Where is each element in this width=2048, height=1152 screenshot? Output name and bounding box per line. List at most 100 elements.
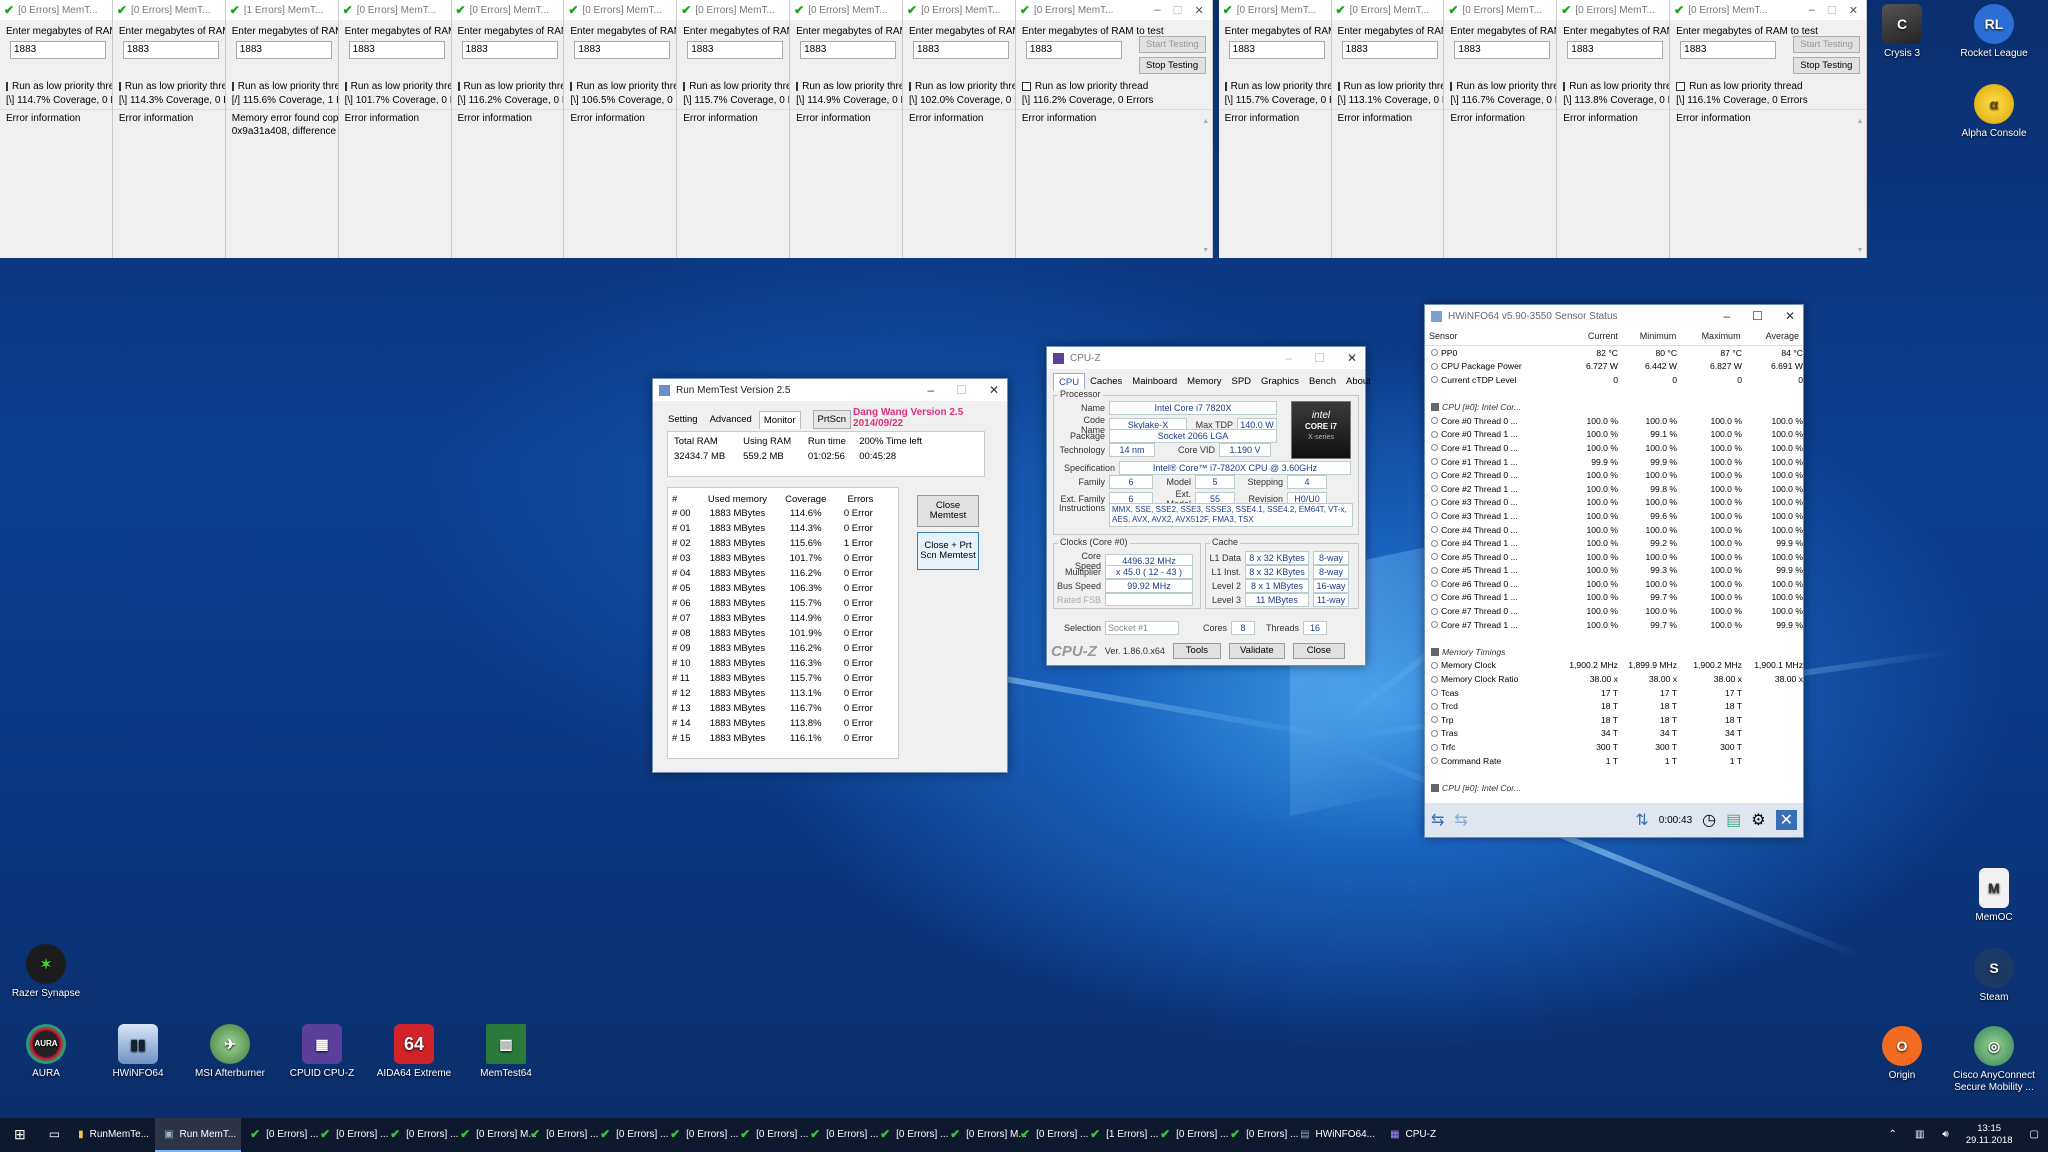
task-view-icon[interactable]: ▭: [40, 1118, 69, 1152]
desktop-icon-memoc[interactable]: M MemOC: [1952, 868, 2036, 924]
clock[interactable]: 13:15 29.11.2018: [1958, 1123, 2021, 1147]
taskbar-item[interactable]: ✔ [0 Errors] ...: [591, 1118, 668, 1152]
low-priority-checkbox[interactable]: [570, 82, 573, 91]
close-icon[interactable]: ✕: [1785, 309, 1795, 323]
prtscn-button[interactable]: PrtScn: [812, 410, 852, 429]
ram-input[interactable]: 1883: [348, 41, 445, 59]
sensor-row[interactable]: Core #2 Thread 1 ... 100.0 % 99.8 % 100.0 %…: [1425, 482, 1803, 496]
taskbar-item[interactable]: ✔ [0 Errors] ...: [311, 1118, 388, 1152]
sensor-row[interactable]: Core #6 Thread 1 ... 100.0 % 99.7 % 100.0 %…: [1425, 591, 1803, 605]
tab-graphics[interactable]: Graphics: [1256, 373, 1304, 391]
memtest-titlebar[interactable]: ✔ [0 Errors] MemT...: [1444, 0, 1557, 20]
network-tray-icon[interactable]: ▥: [1906, 1118, 1933, 1152]
tray-chevron-icon[interactable]: ⌃: [1880, 1118, 1906, 1152]
sensor-row[interactable]: Tcas 17 T 17 T 17 T: [1425, 686, 1803, 700]
sensor-row[interactable]: Core #4 Thread 1 ... 100.0 % 99.2 % 100.0 %…: [1425, 536, 1803, 550]
settings-icon[interactable]: ⚙: [1751, 810, 1765, 830]
minimize-icon[interactable]: –: [927, 383, 934, 397]
low-priority-checkbox[interactable]: [909, 82, 911, 91]
close-icon[interactable]: ✕: [1849, 4, 1858, 17]
close-icon[interactable]: ✕: [1775, 810, 1797, 830]
sensor-row[interactable]: Core #2 Thread 0 ... 100.0 % 100.0 % 100.0 …: [1425, 468, 1803, 482]
memtest-titlebar[interactable]: ✔ [0 Errors] MemT... – ☐ ✕: [1670, 0, 1866, 20]
sensor-row[interactable]: Core #3 Thread 0 ... 100.0 % 100.0 % 100.0 …: [1425, 496, 1803, 510]
desktop-icon-steam[interactable]: S Steam: [1952, 948, 2036, 1004]
maximize-icon[interactable]: ☐: [1752, 309, 1763, 323]
ram-input[interactable]: 1883: [10, 41, 106, 59]
ram-input[interactable]: 1883: [122, 41, 219, 59]
tab-monitor[interactable]: Monitor: [758, 411, 801, 429]
ram-input[interactable]: 1883: [1228, 41, 1325, 59]
low-priority-checkbox[interactable]: [1563, 82, 1566, 91]
desktop-icon-aida64[interactable]: 64 AIDA64 Extreme: [372, 1024, 456, 1080]
stop-testing-button[interactable]: Stop Testing: [1139, 57, 1206, 74]
low-priority-checkbox[interactable]: [1224, 82, 1227, 91]
taskbar-item[interactable]: ✔ [0 Errors] ...: [731, 1118, 808, 1152]
taskbar-item[interactable]: ✔ [0 Errors] ...: [871, 1118, 948, 1152]
tab-setting[interactable]: Setting: [663, 410, 703, 429]
sensor-row[interactable]: Trp 18 T 18 T 18 T: [1425, 713, 1803, 727]
taskbar-item[interactable]: ✔ [0 Errors] ...: [1151, 1118, 1228, 1152]
sensor-row[interactable]: Core #1 Thread 1 ... 99.9 % 99.9 % 100.0 % 1…: [1425, 455, 1803, 469]
sensor-group[interactable]: CPU [#0]: Intel Cor...: [1425, 400, 1803, 414]
sensor-row[interactable]: Memory Clock 1,900.2 MHz 1,899.9 MHz 1,900.…: [1425, 659, 1803, 673]
maximize-icon[interactable]: ☐: [1314, 351, 1325, 365]
sensor-row[interactable]: Core #3 Thread 1 ... 100.0 % 99.6 % 100.0 %…: [1425, 509, 1803, 523]
taskbar-item[interactable]: ✔ [0 Errors] ...: [1221, 1118, 1298, 1152]
desktop-icon-aura[interactable]: AURA AURA: [4, 1024, 88, 1080]
desktop-icon-alpha-console[interactable]: α Alpha Console: [1952, 84, 2036, 140]
memtest-titlebar[interactable]: ✔ [0 Errors] MemT...: [677, 0, 790, 20]
minimize-icon[interactable]: –: [1723, 309, 1730, 323]
ram-input[interactable]: 1883: [1341, 41, 1438, 59]
desktop-icon-origin[interactable]: O Origin: [1860, 1026, 1944, 1082]
col-header[interactable]: Average: [1741, 331, 1799, 341]
start-button[interactable]: ⊞: [0, 1118, 40, 1152]
sensor-row[interactable]: Core #1 Thread 0 ... 100.0 % 100.0 % 100.0 …: [1425, 441, 1803, 455]
taskbar-item[interactable]: ✔ [0 Errors] M...: [941, 1118, 1027, 1152]
desktop-icon-msi-afterburner[interactable]: ✈ MSI Afterburner: [188, 1024, 272, 1080]
memtest-titlebar[interactable]: ✔ [0 Errors] MemT...: [451, 0, 564, 20]
validate-button[interactable]: Validate: [1228, 643, 1285, 659]
clock-icon[interactable]: ◷: [1702, 810, 1716, 830]
tools-button[interactable]: Tools: [1172, 643, 1221, 659]
sensor-row[interactable]: [1425, 767, 1803, 781]
col-header[interactable]: Maximum: [1676, 331, 1741, 341]
ram-input[interactable]: 1883: [461, 41, 558, 59]
taskbar-item[interactable]: ✔ [0 Errors] M...: [451, 1118, 537, 1152]
taskbar-item[interactable]: ▮ RunMemTe...: [69, 1118, 155, 1152]
low-priority-checkbox[interactable]: [796, 82, 799, 91]
close-icon[interactable]: ✕: [989, 383, 999, 397]
low-priority-checkbox[interactable]: [457, 82, 460, 91]
tab-spd[interactable]: SPD: [1226, 373, 1256, 391]
close-button[interactable]: Close: [1292, 643, 1345, 659]
start-testing-button[interactable]: Start Testing: [1793, 36, 1860, 53]
minimize-icon[interactable]: –: [1285, 351, 1292, 365]
sensor-row[interactable]: Core #6 Thread 0 ... 100.0 % 100.0 % 100.0 …: [1425, 577, 1803, 591]
memtest-titlebar[interactable]: ✔ [0 Errors] MemT...: [1557, 0, 1670, 20]
sensor-group[interactable]: Memory Timings: [1425, 645, 1803, 659]
desktop-icon-rocket-league[interactable]: RL Rocket League: [1952, 4, 2036, 60]
close-icon[interactable]: ✕: [1194, 4, 1203, 17]
low-priority-checkbox[interactable]: [118, 82, 121, 91]
low-priority-checkbox[interactable]: [1337, 82, 1340, 91]
sensor-row[interactable]: PP0 82 °C 80 °C 87 °C 84 °C: [1425, 346, 1803, 360]
taskbar-item[interactable]: ✔ [0 Errors] ...: [661, 1118, 738, 1152]
sensor-row[interactable]: Core #7 Thread 1 ... 100.0 % 99.7 % 100.0 %…: [1425, 618, 1803, 632]
memtest-titlebar[interactable]: ✔ [0 Errors] MemT...: [1218, 0, 1331, 20]
notification-icon[interactable]: ▢: [2021, 1118, 2048, 1152]
taskbar-item[interactable]: ▣ Run MemT...: [155, 1118, 242, 1152]
desktop-icon-crysis[interactable]: C Crysis 3: [1860, 4, 1944, 60]
ram-input[interactable]: 1883: [1680, 41, 1777, 59]
arrows-icon[interactable]: ⇆: [1454, 810, 1467, 830]
low-priority-checkbox[interactable]: [1676, 82, 1686, 91]
memtest-titlebar[interactable]: ✔ [0 Errors] MemT...: [1331, 0, 1444, 20]
minimize-icon[interactable]: –: [1154, 4, 1160, 17]
ram-input[interactable]: 1883: [235, 41, 332, 59]
close-icon[interactable]: ✕: [1347, 351, 1357, 365]
maximize-icon[interactable]: ☐: [1173, 4, 1183, 17]
sensor-row[interactable]: Core #5 Thread 1 ... 100.0 % 99.3 % 100.0 %…: [1425, 564, 1803, 578]
taskbar-item[interactable]: ✔ [0 Errors] ...: [1011, 1118, 1088, 1152]
ram-input[interactable]: 1883: [1567, 41, 1664, 59]
taskbar-item[interactable]: ✔ [0 Errors] ...: [381, 1118, 458, 1152]
low-priority-checkbox[interactable]: [231, 82, 234, 91]
